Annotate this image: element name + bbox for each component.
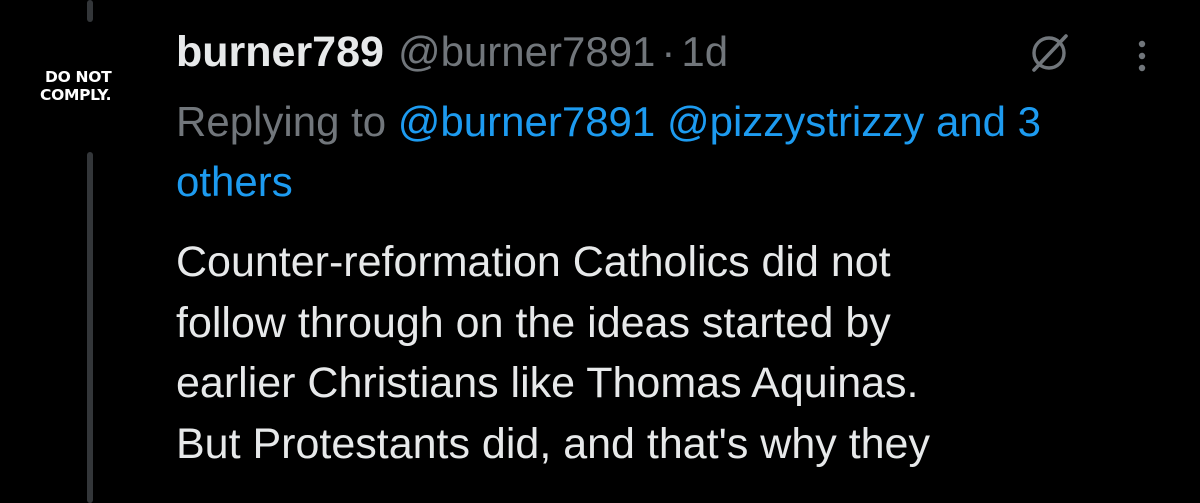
replying-to: Replying to @burner7891 @pizzystrizzy an… <box>176 92 1136 212</box>
mention-link[interactable]: @burner7891 <box>398 98 655 145</box>
tweet-text: Counter-reformation Catholics did not fo… <box>176 232 1186 474</box>
tweet-text-line: But Protestants did, and that's why they <box>176 419 930 468</box>
thread-line-top <box>87 0 93 22</box>
tweet-header: burner789 @burner7891 · 1d <box>176 22 728 82</box>
avatar-text-line-2: COMPLY. <box>40 86 112 104</box>
tweet-text-line: earlier Christians like Thomas Aquinas. <box>176 359 919 407</box>
avatar-text-line-1: DO NOT <box>45 68 112 86</box>
mention-link[interactable]: @pizzystrizzy <box>667 98 924 145</box>
timestamp[interactable]: 1d <box>681 22 728 82</box>
replying-to-label: Replying to <box>176 98 387 145</box>
tweet-text-line: follow through on the ideas started by <box>176 298 891 347</box>
grok-icon[interactable] <box>1026 30 1072 76</box>
thread-line-bottom <box>87 152 93 503</box>
display-name[interactable]: burner789 <box>176 22 384 82</box>
user-handle[interactable]: @burner7891 <box>398 22 655 82</box>
tweet-text-line: Counter-reformation Catholics did not <box>176 238 891 286</box>
more-options-icon[interactable] <box>1125 36 1159 76</box>
dot-separator: · <box>661 28 676 75</box>
avatar[interactable]: DO NOT COMPLY. <box>40 68 140 112</box>
